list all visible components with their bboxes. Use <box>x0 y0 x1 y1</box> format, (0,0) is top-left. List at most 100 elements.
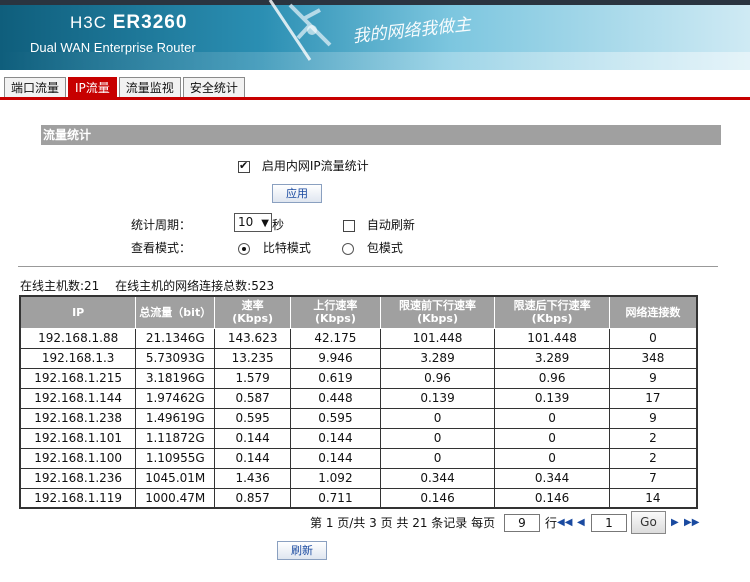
brand-subtitle: Dual WAN Enterprise Router <box>30 40 196 55</box>
divider <box>18 266 718 267</box>
table-cell: 192.168.1.100 <box>19 447 137 469</box>
table-cell: 1.10955G <box>135 447 216 469</box>
table-row: 192.168.1.119 1000.47M 0.857 0.711 0.146 0.14… <box>19 487 698 509</box>
next-page-icon[interactable]: ▶ <box>671 512 679 534</box>
tab-ip-traffic[interactable]: IP流量 <box>68 77 117 98</box>
table-cell: 42.175 <box>290 327 381 349</box>
table-cell: 0 <box>494 447 610 469</box>
table-cell: 101.448 <box>379 327 496 349</box>
table-cell: 192.168.1.236 <box>19 467 137 489</box>
table-cell: 1.092 <box>290 467 381 489</box>
table-cell: 0.96 <box>379 367 496 389</box>
table-cell: 0.144 <box>214 447 292 469</box>
table-cell: 0.344 <box>379 467 496 489</box>
table-cell: 192.168.1.101 <box>19 427 137 449</box>
tab-port-traffic[interactable]: 端口流量 <box>4 77 67 98</box>
go-button[interactable]: Go <box>631 511 666 534</box>
chevron-down-icon: ▼ <box>261 218 269 229</box>
table-cell: 0.96 <box>494 367 610 389</box>
table-cell: 192.168.1.119 <box>19 487 137 509</box>
table-cell: 0.619 <box>290 367 381 389</box>
table-cell: 0.448 <box>290 387 381 409</box>
table-cell: 101.448 <box>494 327 610 349</box>
table-cell: 0 <box>494 427 610 449</box>
table-header-row: IP 总流量（bit） 速率 (Kbps) 上行速率 (Kbps) 限速前下行速… <box>19 295 698 329</box>
connections-count: 在线主机的网络连接总数:523 <box>115 279 275 293</box>
enable-ip-stats-label: 启用内网IP流量统计 <box>261 159 369 173</box>
table-cell: 13.235 <box>214 347 292 369</box>
apply-button[interactable]: 应用 <box>272 184 322 203</box>
section-title: 流量统计 <box>41 125 721 145</box>
ip-traffic-table: IP 总流量（bit） 速率 (Kbps) 上行速率 (Kbps) 限速前下行速… <box>19 295 698 509</box>
last-page-icon[interactable]: ▶▶ <box>684 512 699 534</box>
refresh-button[interactable]: 刷新 <box>277 541 327 560</box>
table-cell: 9.946 <box>290 347 381 369</box>
table-cell: 1.11872G <box>135 427 216 449</box>
table-row: 192.168.1.88 21.1346G 143.623 42.175 101.448… <box>19 327 698 349</box>
table-cell: 2 <box>608 427 698 449</box>
col-header-up-rate: 上行速率 (Kbps) <box>290 295 381 329</box>
table-cell: 5.73093G <box>135 347 216 369</box>
packet-mode-radio[interactable] <box>342 242 354 255</box>
bit-mode-label: 比特模式 <box>262 241 311 255</box>
col-header-total: 总流量（bit） <box>135 295 216 329</box>
table-cell: 0.144 <box>290 427 381 449</box>
tab-security-stats[interactable]: 安全统计 <box>182 77 245 98</box>
per-page-input[interactable]: 9 <box>504 514 540 532</box>
period-unit: 秒 <box>272 218 285 232</box>
table-cell: 0 <box>379 447 496 469</box>
bit-mode-radio[interactable] <box>238 242 250 255</box>
table-row: 192.168.1.238 1.49619G 0.595 0.595 0 0 9 <box>19 407 698 429</box>
table-cell: 192.168.1.3 <box>19 347 137 369</box>
rows-unit: 行 <box>545 516 558 530</box>
table-cell: 192.168.1.144 <box>19 387 137 409</box>
table-cell: 192.168.1.238 <box>19 407 137 429</box>
table-cell: 0.595 <box>214 407 292 429</box>
table-cell: 3.289 <box>494 347 610 369</box>
online-hosts-count: 在线主机数:21 <box>20 279 100 293</box>
packet-mode-row: 包模式 <box>342 239 403 256</box>
table-cell: 3.18196G <box>135 367 216 389</box>
table-cell: 0.711 <box>290 487 381 509</box>
col-header-down-before: 限速前下行速率 (Kbps) <box>379 295 496 329</box>
table-cell: 2 <box>608 447 698 469</box>
packet-mode-label: 包模式 <box>366 241 403 255</box>
table-cell: 0 <box>494 407 610 429</box>
table-cell: 0.344 <box>494 467 610 489</box>
col-header-down-after: 限速后下行速率 (Kbps) <box>494 295 610 329</box>
top-strip <box>0 0 750 5</box>
table-cell: 0.146 <box>494 487 610 509</box>
col-header-connections: 网络连接数 <box>608 295 698 329</box>
table-cell: 0.146 <box>379 487 496 509</box>
summary-line: 在线主机数:21 在线主机的网络连接总数:523 <box>20 277 274 294</box>
table-cell: 0.144 <box>214 427 292 449</box>
col-header-ip: IP <box>19 295 137 329</box>
table-cell: 0.139 <box>379 387 496 409</box>
prev-page-icon[interactable]: ◀ <box>577 512 585 534</box>
table-cell: 21.1346G <box>135 327 216 349</box>
table-cell: 143.623 <box>214 327 292 349</box>
table-cell: 9 <box>608 407 698 429</box>
auto-refresh-row: 自动刷新 <box>343 216 415 233</box>
period-select[interactable]: 10 ▼ <box>234 213 272 232</box>
table-row: 192.168.1.3 5.73093G 13.235 9.946 3.289 3.289… <box>19 347 698 369</box>
table-cell: 0 <box>608 327 698 349</box>
table-cell: 348 <box>608 347 698 369</box>
table-cell: 14 <box>608 487 698 509</box>
table-cell: 192.168.1.88 <box>19 327 137 349</box>
table-row: 192.168.1.100 1.10955G 0.144 0.144 0 0 2 <box>19 447 698 469</box>
table-cell: 0.857 <box>214 487 292 509</box>
table-row: 192.168.1.215 3.18196G 1.579 0.619 0.96 0.96 9 <box>19 367 698 389</box>
first-page-icon[interactable]: ◀◀ <box>557 512 572 534</box>
auto-refresh-checkbox[interactable] <box>343 219 355 232</box>
table-cell: 0.587 <box>214 387 292 409</box>
table-cell: 0.139 <box>494 387 610 409</box>
table-cell: 1.436 <box>214 467 292 489</box>
page-number-input[interactable]: 1 <box>591 514 627 532</box>
table-cell: 0.595 <box>290 407 381 429</box>
table-row: 192.168.1.236 1045.01M 1.436 1.092 0.344 0.34… <box>19 467 698 489</box>
enable-ip-stats-checkbox[interactable] <box>238 159 250 173</box>
table-cell: 1000.47M <box>135 487 216 509</box>
table-cell: 3.289 <box>379 347 496 369</box>
tab-traffic-monitor[interactable]: 流量监视 <box>118 77 181 98</box>
